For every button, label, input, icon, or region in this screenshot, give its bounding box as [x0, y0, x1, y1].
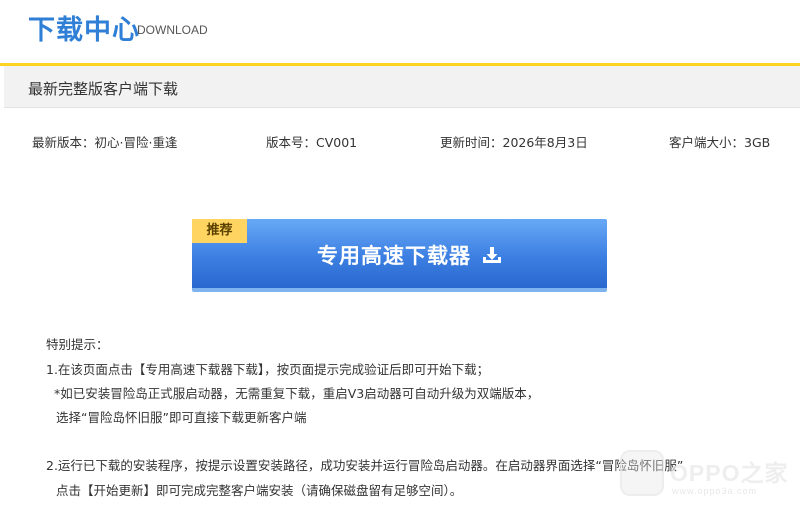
version-number-label: 版本号：CV001	[266, 135, 358, 150]
page-header: 下载中心 DOWNLOAD	[0, 0, 800, 66]
notice-tip-1: *如已安装冒险岛正式服启动器，无需重复下载，重启V3启动器可自动升级为双端版本，	[54, 386, 540, 401]
notice-heading: 特别提示：	[46, 337, 109, 352]
section-bar: 最新完整版客户端下载	[4, 66, 800, 108]
update-time-label: 更新时间：2026年8月3日	[440, 135, 588, 150]
page-title: 下载中心	[28, 15, 140, 46]
page-subtitle: DOWNLOAD	[137, 23, 208, 37]
section-title: 最新完整版客户端下载	[28, 80, 179, 98]
notice-step-2: 2.运行已下载的安装程序，按提示设置安装路径，成功安装并运行冒险岛启动器。在启动…	[46, 458, 684, 473]
notice-tip-2: 选择“冒险岛怀旧服”即可直接下载更新客户端	[56, 410, 307, 425]
recommend-badge: 推荐	[192, 219, 247, 243]
client-size-label: 客户端大小：3GB	[669, 135, 771, 150]
watermark-text: OPPO之家	[670, 460, 789, 486]
download-button-label: 专用高速下载器	[317, 244, 471, 268]
watermark-logo-icon	[620, 450, 664, 496]
watermark-url: www.oppo3a.com	[672, 486, 758, 496]
download-button[interactable]: 推荐 专用高速下载器	[192, 219, 607, 292]
notice-step-2-cont: 点击【开始更新】即可完成完整客户端安装（请确保磁盘留有足够空间）。	[56, 483, 463, 498]
watermark: OPPO之家 www.oppo3a.com	[620, 450, 790, 502]
version-name-label: 最新版本：初心·冒险·重逢	[32, 135, 178, 150]
download-icon	[483, 247, 501, 263]
notice-step-1: 1.在该页面点击【专用高速下载器下载】，按页面提示完成验证后即可开始下载；	[46, 362, 490, 377]
